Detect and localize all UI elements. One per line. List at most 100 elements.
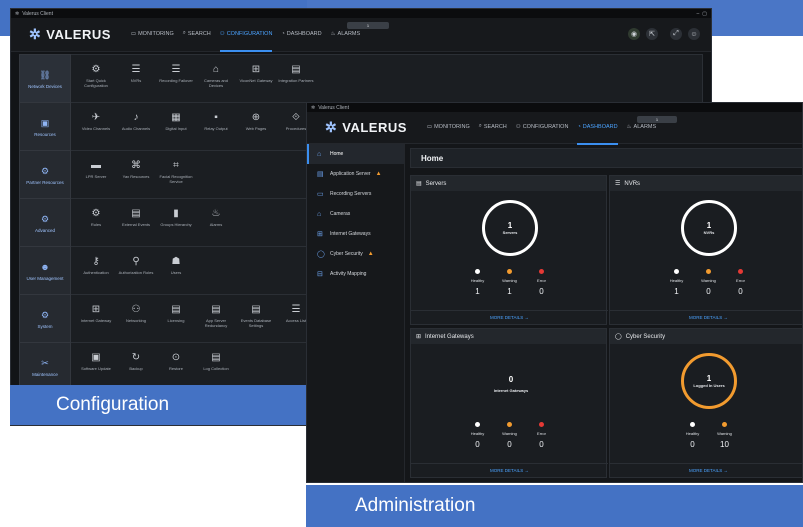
category-system[interactable]: ⚙ System [19, 294, 71, 344]
tile-licensing[interactable]: ▤ Licensing [157, 304, 195, 324]
tile-video-channels[interactable]: ✈ Video Channels [77, 112, 115, 132]
sidebar-item-cyber-security[interactable]: ◯ Cyber Security ▲ [307, 244, 404, 264]
tab-counter[interactable]: 1 [637, 116, 677, 123]
category-resources[interactable]: ▣ Resources [19, 102, 71, 152]
tile-integration-partners[interactable]: ▤ Integration Partners [277, 65, 315, 84]
user-menu-icon[interactable]: ☺ [688, 28, 700, 40]
tile-app-server-redundancy[interactable]: ▤ App Server Redundancy [197, 305, 235, 329]
category-user-management[interactable]: ☻ User Management [19, 246, 71, 296]
category-partner-resources[interactable]: ⚙ Partner Resources [19, 150, 71, 200]
stat-value: 1 [674, 287, 679, 296]
sidebar-item-label: Home [330, 151, 344, 157]
tile-groups-hierarchy[interactable]: ▮ Groups Hierarchy [157, 209, 195, 228]
stat-error: Error 0 [533, 269, 551, 296]
tile-networking[interactable]: ⚇ Networking [117, 304, 155, 324]
more-details-link[interactable]: MORE DETAILS → [411, 310, 608, 320]
stat-label: Warning [502, 431, 517, 436]
nav-tab-search[interactable]: ⌕ SEARCH [183, 18, 211, 52]
category-advanced[interactable]: ⚙ Advanced [19, 198, 71, 248]
tile-label: Events Database Settings [240, 318, 272, 328]
tile-label: Audio Channels [121, 126, 151, 131]
notification-icon[interactable]: ◉ [628, 28, 640, 40]
tile-label: Restore [168, 366, 183, 371]
more-details-link[interactable]: MORE DETAILS → [610, 310, 802, 320]
nav-tab-dashboard[interactable]: ◔ DASHBOARD [577, 111, 618, 145]
sidebar-item-recording-servers[interactable]: ▭ Recording Servers [307, 184, 404, 204]
count-ring: 0 Internet Gateways [471, 375, 551, 393]
tile-alarms[interactable]: ♨ Alarms [197, 209, 235, 228]
sidebar-item-internet-gateways[interactable]: ⊞ Internet Gateways [307, 224, 404, 244]
tile-backup[interactable]: ↻ Backup [117, 353, 155, 372]
tile-label: Facial Recognition Service [159, 174, 193, 184]
nvr-icon: ☰ [131, 64, 141, 75]
tile-authentication[interactable]: ⚷ Authentication [77, 257, 115, 276]
tile-label: Start Quick Configuration [84, 78, 108, 88]
tile-facial-recognition-service[interactable]: ⌗ Facial Recognition Service [157, 161, 195, 185]
status-dot-icon [674, 269, 679, 274]
tile-viconnet-gateway[interactable]: ⊞ ViconNet Gateway [237, 65, 275, 84]
stat-value: 0 [507, 440, 512, 449]
app-header: ✲ VALERUS ▭ MONITORING ⌕ SEARCH ⚇ CONFIGURATIO… [11, 18, 711, 52]
tile-software-update[interactable]: ▣ Software Update [77, 353, 115, 372]
stat-label: Healthy [685, 431, 700, 436]
tile-web-pages[interactable]: ⊕ Web Pages [237, 113, 275, 132]
nav-tab-configuration[interactable]: ⚇ CONFIGURATION [219, 18, 273, 52]
export-icon[interactable]: ⇱ [646, 28, 658, 40]
network-icon: ⚇ [131, 304, 141, 315]
minimize-icon[interactable]: – [696, 11, 699, 17]
sidebar-item-activity-mapping[interactable]: ⊟ Activity Mapping [307, 264, 404, 284]
status-dot-icon [539, 269, 544, 274]
partner-icon: ⚙ [40, 165, 50, 176]
tile-label: Internet Gateway [80, 318, 112, 323]
fullscreen-icon[interactable]: ⤢ [670, 28, 682, 40]
window-title: Valerus Client [318, 104, 349, 111]
tile-start-quick-configuration[interactable]: ⚙ Start Quick Configuration [77, 65, 115, 89]
tile-digital-input[interactable]: ▦ Digital Input [157, 113, 195, 132]
nav-tab-dashboard[interactable]: ◔ DASHBOARD [281, 18, 321, 52]
camera-icon: ⌂ [212, 64, 220, 75]
tile-audio-channels[interactable]: ♪ Audio Channels [117, 113, 155, 132]
sidebar-item-application-server[interactable]: ▤ Application Server ▲ [307, 164, 404, 184]
tile-users[interactable]: ☗ Users [157, 257, 195, 276]
tile-nvrs[interactable]: ☰ NVRs [117, 64, 155, 84]
more-details-link[interactable]: MORE DETAILS → [610, 463, 802, 473]
search-icon: ⌕ [478, 123, 482, 129]
gear-icon: ⚙ [40, 309, 50, 320]
tile-authorization-roles[interactable]: ⚲ Authorization Roles [117, 257, 155, 276]
license-icon: ▤ [171, 304, 181, 315]
tile-external-events[interactable]: ▤ External Events [117, 209, 155, 228]
status-dot-icon [475, 269, 480, 274]
stat-value: 1 [507, 287, 512, 296]
nav-tab-label: ALARMS [633, 123, 657, 130]
category-network-devices[interactable]: ⛓ Network Devices [19, 54, 71, 104]
category-label: User Management [26, 275, 64, 281]
tile-cameras-and-devices[interactable]: ⌂ Cameras and Devices [197, 64, 235, 89]
tile-restore[interactable]: ⊙ Restore [157, 353, 195, 372]
sidebar-item-cameras[interactable]: ⌂ Cameras [307, 204, 404, 224]
tile-relay-output[interactable]: ▪ Relay Output [197, 113, 235, 132]
tile-yax-resources[interactable]: ⌘ Yax Resources [117, 161, 155, 180]
network-icon: ⚇ [219, 30, 225, 37]
tile-label: Networking [125, 318, 146, 323]
tile-rules[interactable]: ⚙ Rules [77, 209, 115, 228]
nav-tab-monitoring[interactable]: ▭ MONITORING [131, 18, 174, 52]
tile-internet-gateway[interactable]: ⊞ Internet Gateway [77, 305, 115, 324]
tile-events-database-settings[interactable]: ▤ Events Database Settings [237, 305, 275, 329]
recording-icon: ▭ [317, 191, 324, 198]
tab-counter[interactable]: 1 [347, 22, 389, 29]
tile-label: Procedures [285, 126, 307, 131]
maximize-icon[interactable]: ▢ [702, 11, 707, 17]
count-ring: 1 NVRs [681, 200, 737, 256]
stat-label: Error [537, 278, 546, 283]
tile-log-collection[interactable]: ▤ Log Collection [197, 353, 235, 372]
sidebar-item-home[interactable]: ⌂ Home [307, 144, 404, 164]
nav-tab-monitoring[interactable]: ▭ MONITORING [427, 111, 470, 145]
nav-tab-configuration[interactable]: ⚇ CONFIGURATION [516, 111, 569, 145]
tile-lpr-server[interactable]: ▬ LPR Server [77, 161, 115, 180]
video-icon: ✈ [91, 112, 101, 123]
nav-tab-search[interactable]: ⌕ SEARCH [479, 111, 507, 145]
stat-label: Healthy [470, 278, 485, 283]
more-details-link[interactable]: MORE DETAILS → [411, 463, 608, 473]
sidebar-item-label: Cameras [330, 211, 351, 217]
tile-recording-failover[interactable]: ☰ Recording Failover [157, 65, 195, 84]
